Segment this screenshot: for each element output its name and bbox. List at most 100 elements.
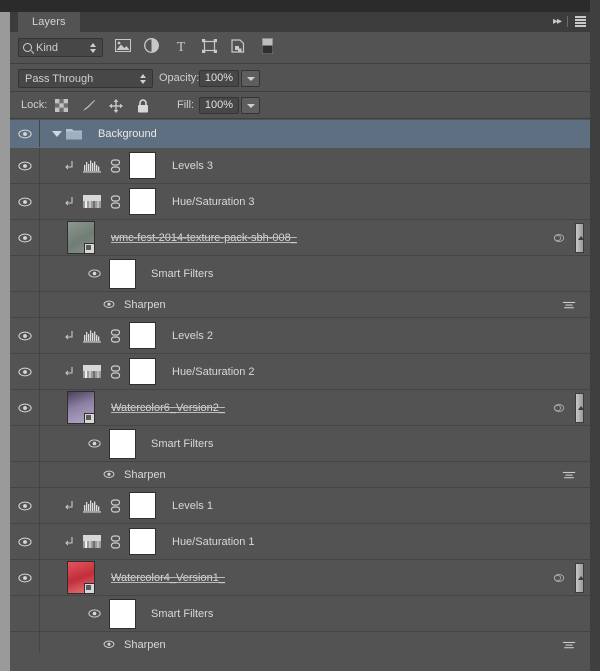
smart-object-badge-icon <box>84 413 95 424</box>
link-layers-icon[interactable] <box>109 498 121 513</box>
smart-filters-label-2: Smart Filters <box>151 437 214 450</box>
hue-saturation-icon[interactable] <box>83 364 101 380</box>
layer-row-background[interactable]: Background <box>10 120 590 148</box>
link-layers-icon[interactable] <box>109 158 121 173</box>
visibility-toggle-hue-saturation-1[interactable] <box>10 524 40 559</box>
eye-icon <box>103 640 115 649</box>
layer-row-content: Smart Filters <box>41 426 590 461</box>
visibility-toggle-hue-saturation-2[interactable] <box>10 354 40 389</box>
fill-dropdown-button[interactable] <box>241 97 260 114</box>
blend-mode-select[interactable]: Pass Through <box>18 69 153 88</box>
layer-row-smart-object-3[interactable]: Watercolor4_Version1_ <box>10 560 590 596</box>
smart-filter-effects-eye-icon[interactable] <box>552 403 566 413</box>
visibility-toggle-smart-filters-3[interactable] <box>87 609 101 618</box>
layer-row-hue-saturation-2[interactable]: Hue/Saturation 2 <box>10 354 590 390</box>
layer-mask-thumbnail[interactable] <box>129 528 156 555</box>
smart-filters-header-2[interactable]: Smart Filters <box>10 426 590 462</box>
smart-filter-label-sharpen-1: Sharpen <box>124 298 166 311</box>
clipping-mask-arrow-icon <box>63 366 75 377</box>
filter-blending-options-icon[interactable] <box>562 300 576 310</box>
visibility-toggle-levels-3[interactable] <box>10 148 40 183</box>
panel-menu-icon[interactable] <box>574 16 586 27</box>
layer-row-smart-object-2[interactable]: Watercolor6_Version2_ <box>10 390 590 426</box>
visibility-toggle-smart-object-2[interactable] <box>10 390 40 425</box>
checkerboard-icon[interactable] <box>54 98 69 113</box>
smart-filter-mask-thumbnail[interactable] <box>109 258 136 289</box>
smart-object-thumbnail[interactable] <box>67 221 95 254</box>
layer-row-smart-object-1[interactable]: wmc-fest-2014-texture-pack-sbh-008_ <box>10 220 590 256</box>
levels-histogram-icon[interactable] <box>83 158 101 174</box>
smart-filter-mask-thumbnail[interactable] <box>109 428 136 459</box>
image-icon[interactable] <box>114 37 131 54</box>
move-arrows-icon[interactable] <box>108 98 123 113</box>
shape-icon[interactable] <box>201 37 218 54</box>
layer-name-smart-object-2: Watercolor6_Version2_ <box>111 401 225 414</box>
visibility-toggle-levels-1[interactable] <box>10 488 40 523</box>
layer-row-content: Sharpen <box>41 462 590 487</box>
hue-saturation-icon[interactable] <box>83 534 101 550</box>
layer-row-levels-3[interactable]: Levels 3 <box>10 148 590 184</box>
layer-scrollbar[interactable] <box>575 393 584 423</box>
smart-object-icon[interactable] <box>230 37 247 54</box>
smart-filter-row-sharpen-1[interactable]: Sharpen <box>10 292 590 318</box>
filter-kind-select[interactable]: Kind <box>18 38 103 57</box>
smart-filter-row-sharpen-2[interactable]: Sharpen <box>10 462 590 488</box>
visibility-toggle-hue-saturation-3[interactable] <box>10 184 40 219</box>
link-layers-icon[interactable] <box>109 328 121 343</box>
visibility-toggle-smart-filters-2[interactable] <box>87 439 101 448</box>
layer-scrollbar[interactable] <box>575 223 584 253</box>
levels-histogram-icon[interactable] <box>83 328 101 344</box>
visibility-toggle-levels-2[interactable] <box>10 318 40 353</box>
layer-mask-thumbnail[interactable] <box>129 322 156 349</box>
filter-blending-options-icon[interactable] <box>562 640 576 650</box>
text-t-icon[interactable]: T <box>172 37 189 54</box>
smart-filters-eyecell-spacer <box>10 426 40 461</box>
brush-icon[interactable] <box>81 98 96 113</box>
layer-scrollbar[interactable] <box>575 563 584 593</box>
fill-input[interactable]: 100% <box>199 97 239 114</box>
folder-icon <box>66 127 82 140</box>
opacity-input[interactable]: 100% <box>199 70 239 87</box>
link-layers-icon[interactable] <box>109 364 121 379</box>
visibility-toggle-sharpen-3[interactable] <box>103 640 115 649</box>
visibility-toggle-sharpen-2[interactable] <box>103 470 115 479</box>
smart-object-thumbnail[interactable] <box>67 391 95 424</box>
tab-layers[interactable]: Layers <box>18 12 80 32</box>
smart-filters-header-1[interactable]: Smart Filters <box>10 256 590 292</box>
visibility-toggle-background[interactable] <box>10 120 40 147</box>
layer-row-hue-saturation-1[interactable]: Hue/Saturation 1 <box>10 524 590 560</box>
layer-mask-thumbnail[interactable] <box>129 358 156 385</box>
opacity-dropdown-button[interactable] <box>241 70 260 87</box>
levels-histogram-icon[interactable] <box>83 498 101 514</box>
eye-icon <box>17 367 32 376</box>
filter-blending-options-icon[interactable] <box>562 470 576 480</box>
visibility-toggle-smart-object-1[interactable] <box>10 220 40 255</box>
link-layers-icon[interactable] <box>109 534 121 549</box>
adjustment-circle-icon[interactable] <box>143 37 160 54</box>
layer-mask-thumbnail[interactable] <box>129 188 156 215</box>
tab-divider <box>567 16 568 27</box>
smart-filter-effects-eye-icon[interactable] <box>552 573 566 583</box>
toggle-switch-icon[interactable] <box>259 37 276 54</box>
layer-row-content: Hue/Saturation 3 <box>41 184 590 219</box>
smart-filters-header-3[interactable]: Smart Filters <box>10 596 590 632</box>
visibility-toggle-sharpen-1[interactable] <box>103 300 115 309</box>
padlock-icon[interactable] <box>135 98 150 113</box>
layer-row-hue-saturation-3[interactable]: Hue/Saturation 3 <box>10 184 590 220</box>
layer-row-levels-2[interactable]: Levels 2 <box>10 318 590 354</box>
visibility-toggle-smart-object-3[interactable] <box>10 560 40 595</box>
lock-row: Lock: Fill: 100% <box>10 93 590 119</box>
layer-mask-thumbnail[interactable] <box>129 492 156 519</box>
hue-saturation-icon[interactable] <box>83 194 101 210</box>
smart-filter-effects-eye-icon[interactable] <box>552 233 566 243</box>
smart-object-thumbnail[interactable] <box>67 561 95 594</box>
visibility-toggle-smart-filters-1[interactable] <box>87 269 101 278</box>
eye-icon <box>103 300 115 309</box>
smart-filter-mask-thumbnail[interactable] <box>109 598 136 629</box>
link-layers-icon[interactable] <box>109 194 121 209</box>
layer-mask-thumbnail[interactable] <box>129 152 156 179</box>
disclosure-triangle-icon[interactable] <box>52 130 62 137</box>
double-right-arrow-icon[interactable]: ▸▸ <box>553 15 562 28</box>
clipping-mask-arrow-icon <box>63 160 75 171</box>
layer-row-levels-1[interactable]: Levels 1 <box>10 488 590 524</box>
